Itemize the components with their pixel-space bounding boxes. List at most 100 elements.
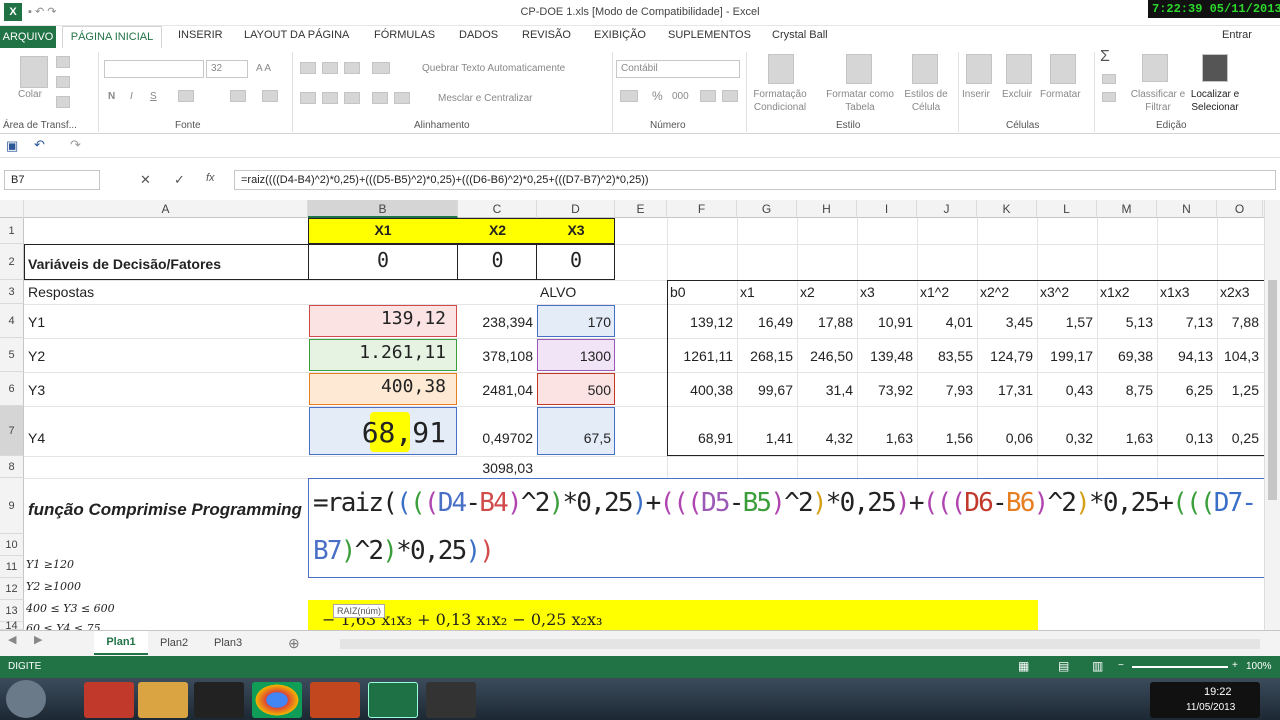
coef-cell[interactable]: 4,32 bbox=[797, 430, 857, 446]
coef-cell[interactable]: 4,01 bbox=[917, 314, 977, 330]
percent-button[interactable]: % bbox=[652, 90, 663, 103]
cell-D3[interactable]: ALVO bbox=[540, 284, 614, 300]
coef-cell[interactable]: 31,4 bbox=[797, 382, 857, 398]
align-right-icon[interactable] bbox=[344, 92, 360, 104]
sort-filter-button[interactable]: Classificar e Filtrar bbox=[1130, 88, 1186, 114]
coef-cell[interactable]: 8,75 bbox=[1097, 382, 1157, 398]
column-header[interactable]: F bbox=[667, 200, 737, 218]
column-header[interactable]: B bbox=[308, 200, 458, 218]
matlab-icon[interactable] bbox=[84, 682, 134, 718]
row-header[interactable]: 14 bbox=[0, 621, 24, 632]
formula-edit-line[interactable]: =raiz((((D4-B4)^2)*0,25)+(((D5-B5)^2)*0,… bbox=[313, 488, 1257, 518]
save-icon[interactable]: ▣ bbox=[6, 138, 18, 154]
cell-D5[interactable]: 1300 bbox=[537, 348, 615, 364]
column-header[interactable]: E bbox=[615, 200, 667, 218]
enter-icon[interactable]: ✓ bbox=[174, 172, 185, 188]
coef-cell[interactable]: 17,88 bbox=[797, 314, 857, 330]
coef-cell[interactable]: 7,13 bbox=[1157, 314, 1217, 330]
row-header[interactable]: 10 bbox=[0, 534, 24, 556]
column-header[interactable]: O bbox=[1217, 200, 1263, 218]
format-painter-icon[interactable] bbox=[56, 96, 70, 108]
cell-A3[interactable]: Respostas bbox=[28, 284, 308, 300]
orientation-icon[interactable] bbox=[372, 62, 390, 74]
cell-B4[interactable]: 139,12 bbox=[308, 308, 450, 329]
insert-function-icon[interactable]: fx bbox=[206, 172, 215, 184]
file-explorer-icon[interactable] bbox=[138, 682, 188, 718]
ide-icon[interactable] bbox=[194, 682, 244, 718]
cell-D7[interactable]: 67,5 bbox=[537, 430, 615, 446]
page-layout-icon[interactable]: ▤ bbox=[1058, 659, 1069, 673]
normal-view-icon[interactable]: ▦ bbox=[1018, 659, 1029, 673]
coef-cell[interactable]: 10,91 bbox=[857, 314, 917, 330]
column-header[interactable]: A bbox=[24, 200, 308, 218]
chrome-icon[interactable] bbox=[252, 682, 302, 718]
row-header[interactable]: 3 bbox=[0, 280, 24, 304]
coef-cell[interactable]: 73,92 bbox=[857, 382, 917, 398]
coef-header-2[interactable]: x2 bbox=[800, 284, 857, 300]
tab-layout[interactable]: LAYOUT DA PÁGINA bbox=[244, 29, 349, 41]
cell-B6[interactable]: 400,38 bbox=[308, 376, 450, 397]
italic-button[interactable]: I bbox=[130, 90, 133, 103]
cell-A2[interactable]: Variáveis de Decisão/Fatores bbox=[28, 256, 308, 272]
page-break-icon[interactable]: ▥ bbox=[1092, 659, 1103, 673]
row-header[interactable]: 2 bbox=[0, 244, 24, 280]
row-header[interactable]: 5 bbox=[0, 338, 24, 372]
cell-A11[interactable]: Y1 ≥120 bbox=[26, 558, 74, 571]
bold-button[interactable]: N bbox=[108, 90, 115, 103]
cell-A12[interactable]: Y2 ≥1000 bbox=[26, 580, 81, 593]
column-header[interactable]: H bbox=[797, 200, 857, 218]
column-header[interactable]: D bbox=[537, 200, 615, 218]
coef-cell[interactable]: 6,25 bbox=[1157, 382, 1217, 398]
coef-header-3[interactable]: x3 bbox=[860, 284, 917, 300]
coef-cell[interactable]: 1,63 bbox=[857, 430, 917, 446]
row-header[interactable]: 8 bbox=[0, 456, 24, 478]
cell-C2[interactable]: 0 bbox=[458, 248, 537, 272]
clear-icon[interactable] bbox=[1102, 92, 1116, 102]
vertical-scrollbar[interactable] bbox=[1264, 200, 1280, 630]
prev-sheet-icon[interactable]: ◀ bbox=[8, 633, 16, 646]
cell-A7[interactable]: Y4 bbox=[28, 430, 45, 446]
decrease-indent-icon[interactable] bbox=[372, 92, 388, 104]
tab-exibicao[interactable]: EXIBIÇÃO bbox=[594, 29, 646, 41]
row-header[interactable]: 1 bbox=[0, 218, 24, 244]
coef-cell[interactable]: 139,12 bbox=[667, 314, 737, 330]
coef-cell[interactable]: 17,31 bbox=[977, 382, 1037, 398]
cell-styles-button[interactable]: Estilos de Célula bbox=[900, 88, 952, 114]
cell-A5[interactable]: Y2 bbox=[28, 348, 45, 364]
align-middle-icon[interactable] bbox=[322, 62, 338, 74]
tab-formulas[interactable]: FÓRMULAS bbox=[374, 29, 435, 41]
add-sheet-icon[interactable]: ⊕ bbox=[288, 635, 300, 652]
format-table-button[interactable]: Formatar como Tabela bbox=[820, 88, 900, 114]
coef-cell[interactable]: 83,55 bbox=[917, 348, 977, 364]
grow-font-icon[interactable]: A A bbox=[256, 62, 271, 75]
coef-cell[interactable]: 1,56 bbox=[917, 430, 977, 446]
coef-cell[interactable]: 3,45 bbox=[977, 314, 1037, 330]
coef-header-7[interactable]: x1x2 bbox=[1100, 284, 1157, 300]
sign-in-link[interactable]: Entrar bbox=[1222, 29, 1252, 41]
copy-icon[interactable] bbox=[56, 76, 70, 88]
tab-dados[interactable]: DADOS bbox=[459, 29, 498, 41]
coef-cell[interactable]: 5,13 bbox=[1097, 314, 1157, 330]
horizontal-scrollbar[interactable] bbox=[340, 639, 1260, 649]
coef-cell[interactable]: 1,57 bbox=[1037, 314, 1097, 330]
column-header[interactable]: N bbox=[1157, 200, 1217, 218]
cell-D6[interactable]: 500 bbox=[537, 382, 615, 398]
sheet-tab-plan1[interactable]: Plan1 bbox=[94, 631, 148, 655]
cell-D2[interactable]: 0 bbox=[537, 248, 615, 272]
cancel-icon[interactable]: ✕ bbox=[140, 172, 151, 188]
align-bottom-icon[interactable] bbox=[344, 62, 360, 74]
cut-icon[interactable] bbox=[56, 56, 70, 68]
tab-pagina-inicial[interactable]: PÁGINA INICIAL bbox=[62, 26, 162, 48]
zoom-out-icon[interactable]: − bbox=[1118, 660, 1124, 671]
cell-B2[interactable]: 0 bbox=[308, 248, 458, 272]
coef-cell[interactable]: 16,49 bbox=[737, 314, 797, 330]
tab-suplementos[interactable]: SUPLEMENTOS bbox=[668, 29, 751, 41]
coef-cell[interactable]: 69,38 bbox=[1097, 348, 1157, 364]
cell-C1[interactable]: X2 bbox=[458, 222, 537, 238]
coef-cell[interactable]: 104,3 bbox=[1217, 348, 1263, 364]
next-sheet-icon[interactable]: ▶ bbox=[34, 633, 42, 646]
column-header[interactable]: L bbox=[1037, 200, 1097, 218]
row-header[interactable]: 13 bbox=[0, 600, 24, 622]
increase-decimal-icon[interactable] bbox=[700, 90, 716, 102]
column-header[interactable]: J bbox=[917, 200, 977, 218]
